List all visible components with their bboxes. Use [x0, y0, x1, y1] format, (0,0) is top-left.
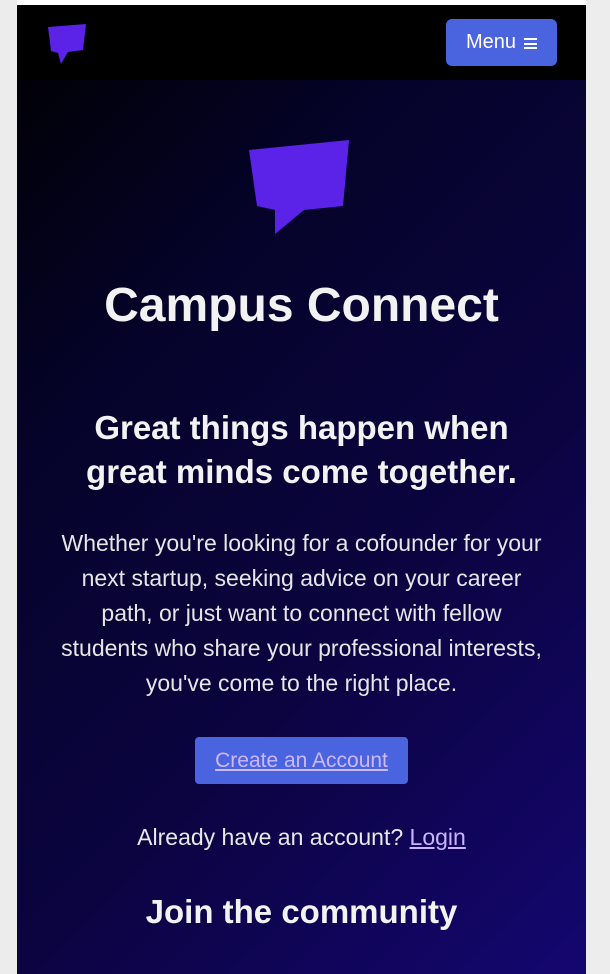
- page-viewport: Menu Campus Connect Great things happen …: [17, 5, 586, 974]
- intro-description: Whether you're looking for a cofounder f…: [61, 530, 542, 696]
- window-edge: [586, 0, 610, 974]
- hamburger-icon: [524, 38, 538, 49]
- browser-frame: Menu Campus Connect Great things happen …: [17, 0, 586, 974]
- page-title: Campus Connect: [104, 279, 499, 332]
- create-account-link[interactable]: Create an Account: [215, 749, 388, 773]
- tagline: Great things happen when great minds com…: [86, 409, 517, 490]
- speech-bubble-icon[interactable]: [48, 24, 86, 64]
- login-prompt-text: Already have an account?: [137, 824, 404, 850]
- community-heading: Join the community: [145, 893, 458, 930]
- menu-button[interactable]: Menu: [446, 19, 557, 66]
- login-link[interactable]: Login: [410, 824, 466, 850]
- speech-bubble-icon: [249, 140, 349, 234]
- login-prompt-line: Already have an account? Login: [17, 820, 586, 854]
- navbar: Menu: [17, 5, 586, 80]
- menu-button-label: Menu: [465, 31, 517, 53]
- create-account-button[interactable]: Create an Account: [195, 737, 408, 784]
